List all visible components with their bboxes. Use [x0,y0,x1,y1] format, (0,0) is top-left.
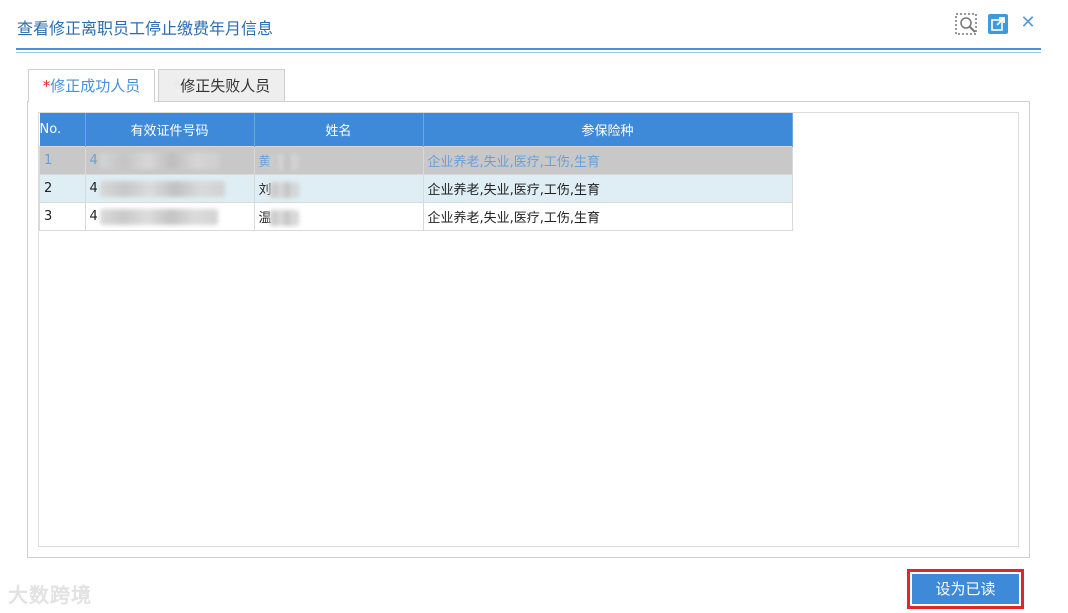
title-divider-secondary [16,52,1041,53]
redacted-name [268,154,299,171]
tab-failed-staff[interactable]: *修正失败人员 [158,69,285,101]
cell-no: 3 [39,202,86,231]
table-row[interactable]: 3 4 温 企业养老,失业,医疗,工伤,生育 [39,202,793,231]
redacted-id [99,208,218,225]
cell-insurance: 企业养老,失业,医疗,工伤,生育 [422,174,793,203]
close-icon[interactable]: ✕ [1018,12,1038,34]
cell-id: 4 [84,174,255,203]
redacted-name [268,182,299,199]
mark-as-read-label: 设为已读 [912,574,1019,604]
column-header-name[interactable]: 姓名 [254,113,424,147]
name-prefix: 黄 [258,154,272,170]
tab-label: 修正失败人员 [180,77,271,95]
restore-icon[interactable] [954,12,978,36]
cell-name: 刘 [253,174,424,203]
mark-as-read-button[interactable]: 设为已读 [907,569,1024,609]
tab-success-staff[interactable]: *修正成功人员 [28,69,155,102]
redacted-id [99,180,225,197]
redacted-id [99,152,220,169]
redacted-name [268,210,299,227]
watermark: 大数跨境 [8,583,92,607]
cell-name: 黄 [253,146,424,175]
id-prefix: 4 [89,181,98,196]
cell-name: 温 [253,202,424,231]
name-prefix: 温 [258,210,272,226]
cell-id: 4 [84,146,255,175]
cell-insurance: 企业养老,失业,医疗,工伤,生育 [422,146,793,175]
table-row[interactable]: 1 4 黄 企业养老,失业,医疗,工伤,生育 [39,146,793,175]
dialog-title: 查看修正离职员工停止缴费年月信息 [17,19,274,38]
cell-no: 2 [39,174,86,203]
title-divider [16,48,1041,50]
id-prefix: 4 [89,209,98,224]
table-row[interactable]: 2 4 刘 企业养老,失业,医疗,工伤,生育 [39,174,793,203]
cell-no: 1 [39,146,86,175]
column-header-insurance[interactable]: 参保险种 [423,113,793,147]
id-prefix: 4 [89,153,98,168]
staff-grid: No. 有效证件号码 姓名 参保险种 1 4 黄 企业养老,失业,医疗,工伤,生… [39,113,793,231]
cell-id: 4 [84,202,255,231]
popout-icon[interactable] [988,14,1008,34]
column-header-id[interactable]: 有效证件号码 [85,113,255,147]
name-prefix: 刘 [258,182,272,198]
cell-insurance: 企业养老,失业,医疗,工伤,生育 [422,202,793,231]
column-header-no[interactable]: No. [39,113,86,147]
tab-label: 修正成功人员 [50,77,141,95]
grid-header: No. 有效证件号码 姓名 参保险种 [39,113,793,147]
